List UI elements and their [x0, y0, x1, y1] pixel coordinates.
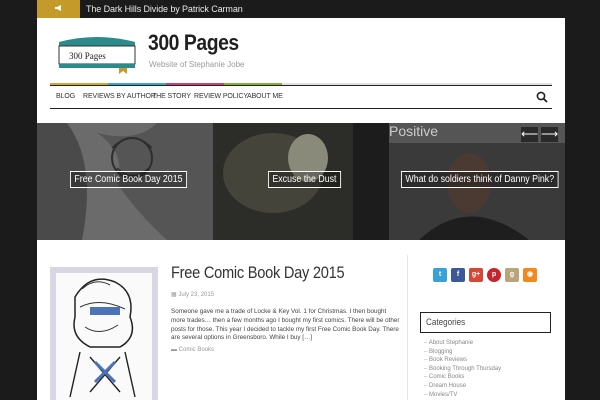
category-link[interactable]: About Stephanie	[424, 339, 501, 348]
category-link[interactable]: Blogging	[424, 348, 501, 357]
category-link[interactable]: Movies/TV	[424, 391, 501, 400]
category-link[interactable]: Book Reviews	[424, 356, 501, 365]
post-thumbnail[interactable]	[50, 267, 158, 400]
categories-widget-header: Categories	[420, 312, 551, 333]
column-divider	[407, 255, 408, 400]
post-excerpt: Someone gave me a trade of Locke & Key V…	[171, 308, 400, 342]
search-icon[interactable]	[536, 91, 548, 103]
post-category: ▬ Comic Books	[171, 347, 214, 353]
slide-free-comic-book-day[interactable]: Free Comic Book Day 2015	[37, 123, 213, 240]
slide-caption[interactable]: What do soldiers think of Danny Pink?	[401, 171, 559, 188]
category-link[interactable]: Comic Books	[424, 373, 501, 382]
slide-caption[interactable]: Excuse the Dust	[268, 171, 341, 188]
post-date: ▦ July 23, 2015	[171, 291, 214, 298]
nav-item-reviews-by-author[interactable]: Reviews by Author	[83, 86, 156, 108]
slide-caption[interactable]: Free Comic Book Day 2015	[70, 171, 187, 188]
twitter-icon[interactable]: t	[433, 268, 447, 282]
post-title[interactable]: Free Comic Book Day 2015	[171, 263, 345, 283]
site-title[interactable]: 300 Pages	[148, 30, 239, 56]
logo-text: 300 Pages	[69, 51, 106, 61]
page-container: 300 Pages 300 Pages Website of Stephanie…	[37, 18, 565, 400]
post-date-text: July 23, 2015	[178, 292, 215, 298]
category-link[interactable]: Dream House	[424, 382, 501, 391]
widget-title: Categories	[426, 317, 466, 327]
main-nav: Blog Reviews by Author The Story Review …	[50, 85, 552, 109]
nav-item-the-story[interactable]: The Story	[152, 86, 191, 108]
featured-slider: Free Comic Book Day 2015 Excuse the Dust…	[37, 123, 565, 240]
rss-icon[interactable]: ◉	[523, 268, 537, 282]
ticker-headline[interactable]: The Dark Hills Divide by Patrick Carman	[86, 0, 243, 18]
folder-icon: ▬	[171, 347, 179, 353]
slider-prev-button[interactable]: ⟵	[521, 127, 538, 142]
facebook-icon[interactable]: f	[451, 268, 465, 282]
slide-overlay-text: Positive	[389, 123, 439, 139]
site-logo[interactable]: 300 Pages	[55, 34, 140, 74]
pinterest-icon[interactable]: p	[487, 268, 501, 282]
nav-item-about-me[interactable]: About Me	[247, 86, 283, 108]
ticker-bar: The Dark Hills Divide by Patrick Carman	[0, 0, 600, 18]
slide-danny-pink[interactable]: Positive What do soldiers think of Danny…	[389, 123, 565, 240]
goodreads-icon[interactable]: g	[505, 268, 519, 282]
nav-item-blog[interactable]: Blog	[56, 86, 75, 108]
post-category-link[interactable]: Comic Books	[179, 347, 214, 353]
category-link[interactable]: Booking Through Thursday	[424, 365, 501, 374]
google-plus-icon[interactable]: g+	[469, 268, 483, 282]
nav-item-review-policy[interactable]: Review Policy	[194, 86, 248, 108]
slider-next-button[interactable]: ⟶	[541, 127, 558, 142]
site-tagline: Website of Stephanie Jobe	[149, 60, 245, 69]
slide-excuse-the-dust[interactable]: Excuse the Dust	[213, 123, 389, 240]
categories-list: About Stephanie Blogging Book Reviews Bo…	[424, 339, 502, 400]
megaphone-icon	[37, 0, 80, 18]
